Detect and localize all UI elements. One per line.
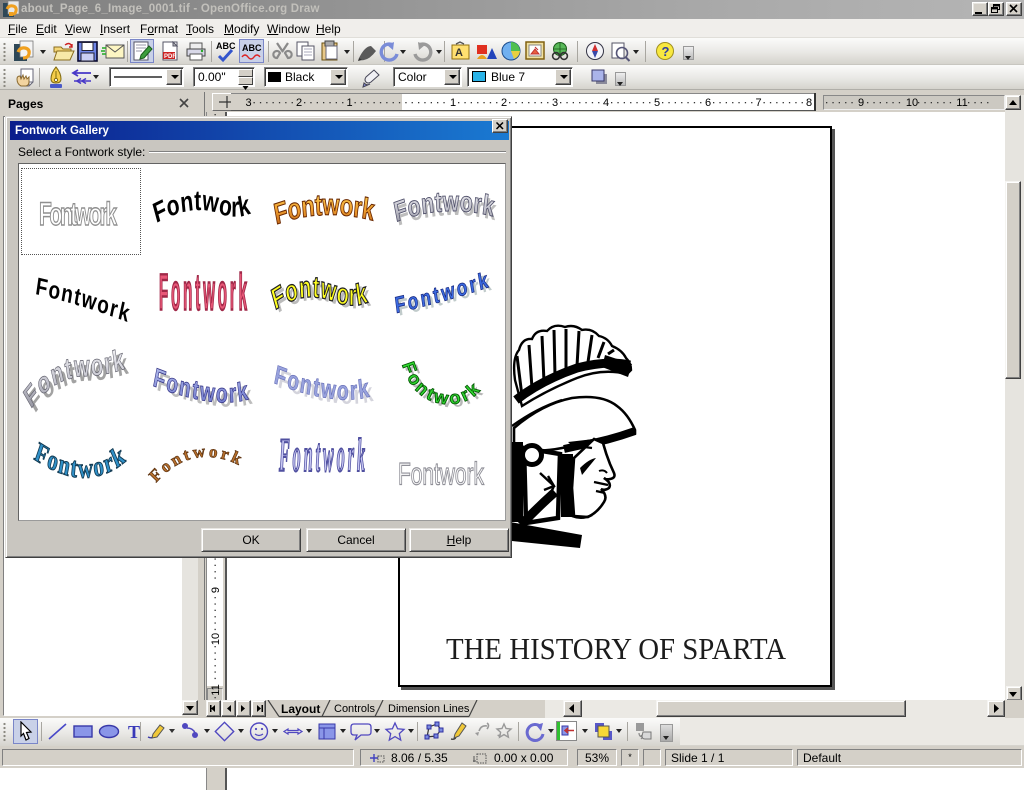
svg-text:6: 6 bbox=[705, 97, 711, 109]
svg-text:11: 11 bbox=[956, 97, 967, 109]
svg-text:Fontwork: Fontwork bbox=[34, 272, 133, 328]
svg-text:8: 8 bbox=[806, 97, 812, 109]
svg-text:A: A bbox=[455, 47, 463, 59]
svg-text:2: 2 bbox=[296, 97, 302, 109]
svg-text:Fontwork: Fontwork bbox=[31, 437, 129, 484]
svg-text:ABC: ABC bbox=[216, 41, 236, 51]
svg-text:1: 1 bbox=[450, 97, 456, 109]
svg-text:Fontwork: Fontwork bbox=[398, 359, 484, 409]
svg-text:Fontwork: Fontwork bbox=[150, 185, 253, 230]
svg-text:Fontwork: Fontwork bbox=[39, 195, 118, 232]
svg-text:9: 9 bbox=[858, 97, 864, 109]
svg-text:5: 5 bbox=[654, 97, 660, 109]
svg-text:Fontwork: Fontwork bbox=[145, 442, 245, 486]
svg-text:2: 2 bbox=[501, 97, 507, 109]
svg-text:?: ? bbox=[662, 44, 670, 59]
svg-text:Fontwork: Fontwork bbox=[279, 429, 365, 482]
svg-text:4: 4 bbox=[603, 97, 609, 109]
svg-text:11: 11 bbox=[210, 684, 222, 695]
svg-text:ABC: ABC bbox=[242, 43, 262, 53]
svg-text:7: 7 bbox=[755, 97, 761, 109]
svg-text:1: 1 bbox=[346, 97, 352, 109]
svg-text:10: 10 bbox=[906, 97, 918, 109]
svg-text:10: 10 bbox=[210, 633, 222, 645]
svg-text:T: T bbox=[128, 722, 140, 742]
svg-text:PDF: PDF bbox=[164, 54, 176, 60]
svg-text:3: 3 bbox=[245, 97, 251, 109]
svg-text:3: 3 bbox=[552, 97, 558, 109]
svg-text:9: 9 bbox=[210, 587, 222, 593]
svg-text:Controls: Controls bbox=[334, 703, 375, 715]
svg-text:Fontwork: Fontwork bbox=[398, 456, 484, 491]
svg-text:Layout: Layout bbox=[281, 702, 320, 716]
svg-text:Fontwork: Fontwork bbox=[159, 263, 247, 320]
svg-text:Dimension Lines: Dimension Lines bbox=[388, 703, 470, 715]
svg-text:Fontwork: Fontwork bbox=[268, 271, 369, 317]
svg-text:Fontwork: Fontwork bbox=[271, 187, 377, 231]
